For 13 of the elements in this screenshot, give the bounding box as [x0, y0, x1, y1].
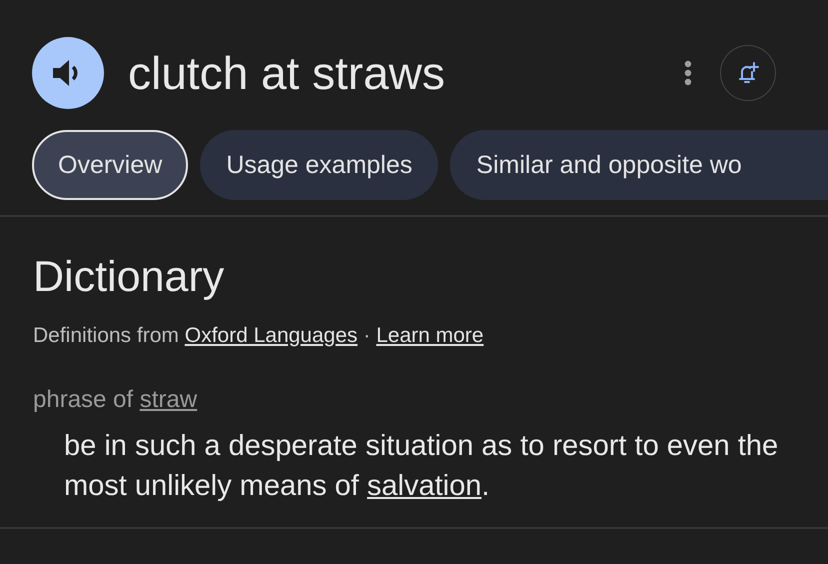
word-link[interactable]: straw	[140, 386, 198, 413]
learn-more-link[interactable]: Learn more	[376, 324, 484, 347]
tab[interactable]: Overview	[32, 130, 188, 200]
tab[interactable]: Usage examples	[200, 130, 438, 200]
salvation-link[interactable]: salvation	[367, 470, 482, 502]
search-term-title: clutch at straws	[128, 46, 446, 100]
section-heading: Dictionary	[33, 253, 226, 302]
source-link[interactable]: Oxford Languages	[184, 324, 358, 347]
phrase-label: phrase of straw	[33, 386, 198, 414]
alert-button[interactable]	[720, 45, 776, 101]
tab[interactable]: Similar and opposite wo	[450, 130, 828, 200]
source-line: Definitions from Oxford Languages · Learn more	[33, 324, 485, 348]
definition-text: be in such a desperate situation as to resort to even the most unlikely means of salvation.	[64, 429, 780, 504]
